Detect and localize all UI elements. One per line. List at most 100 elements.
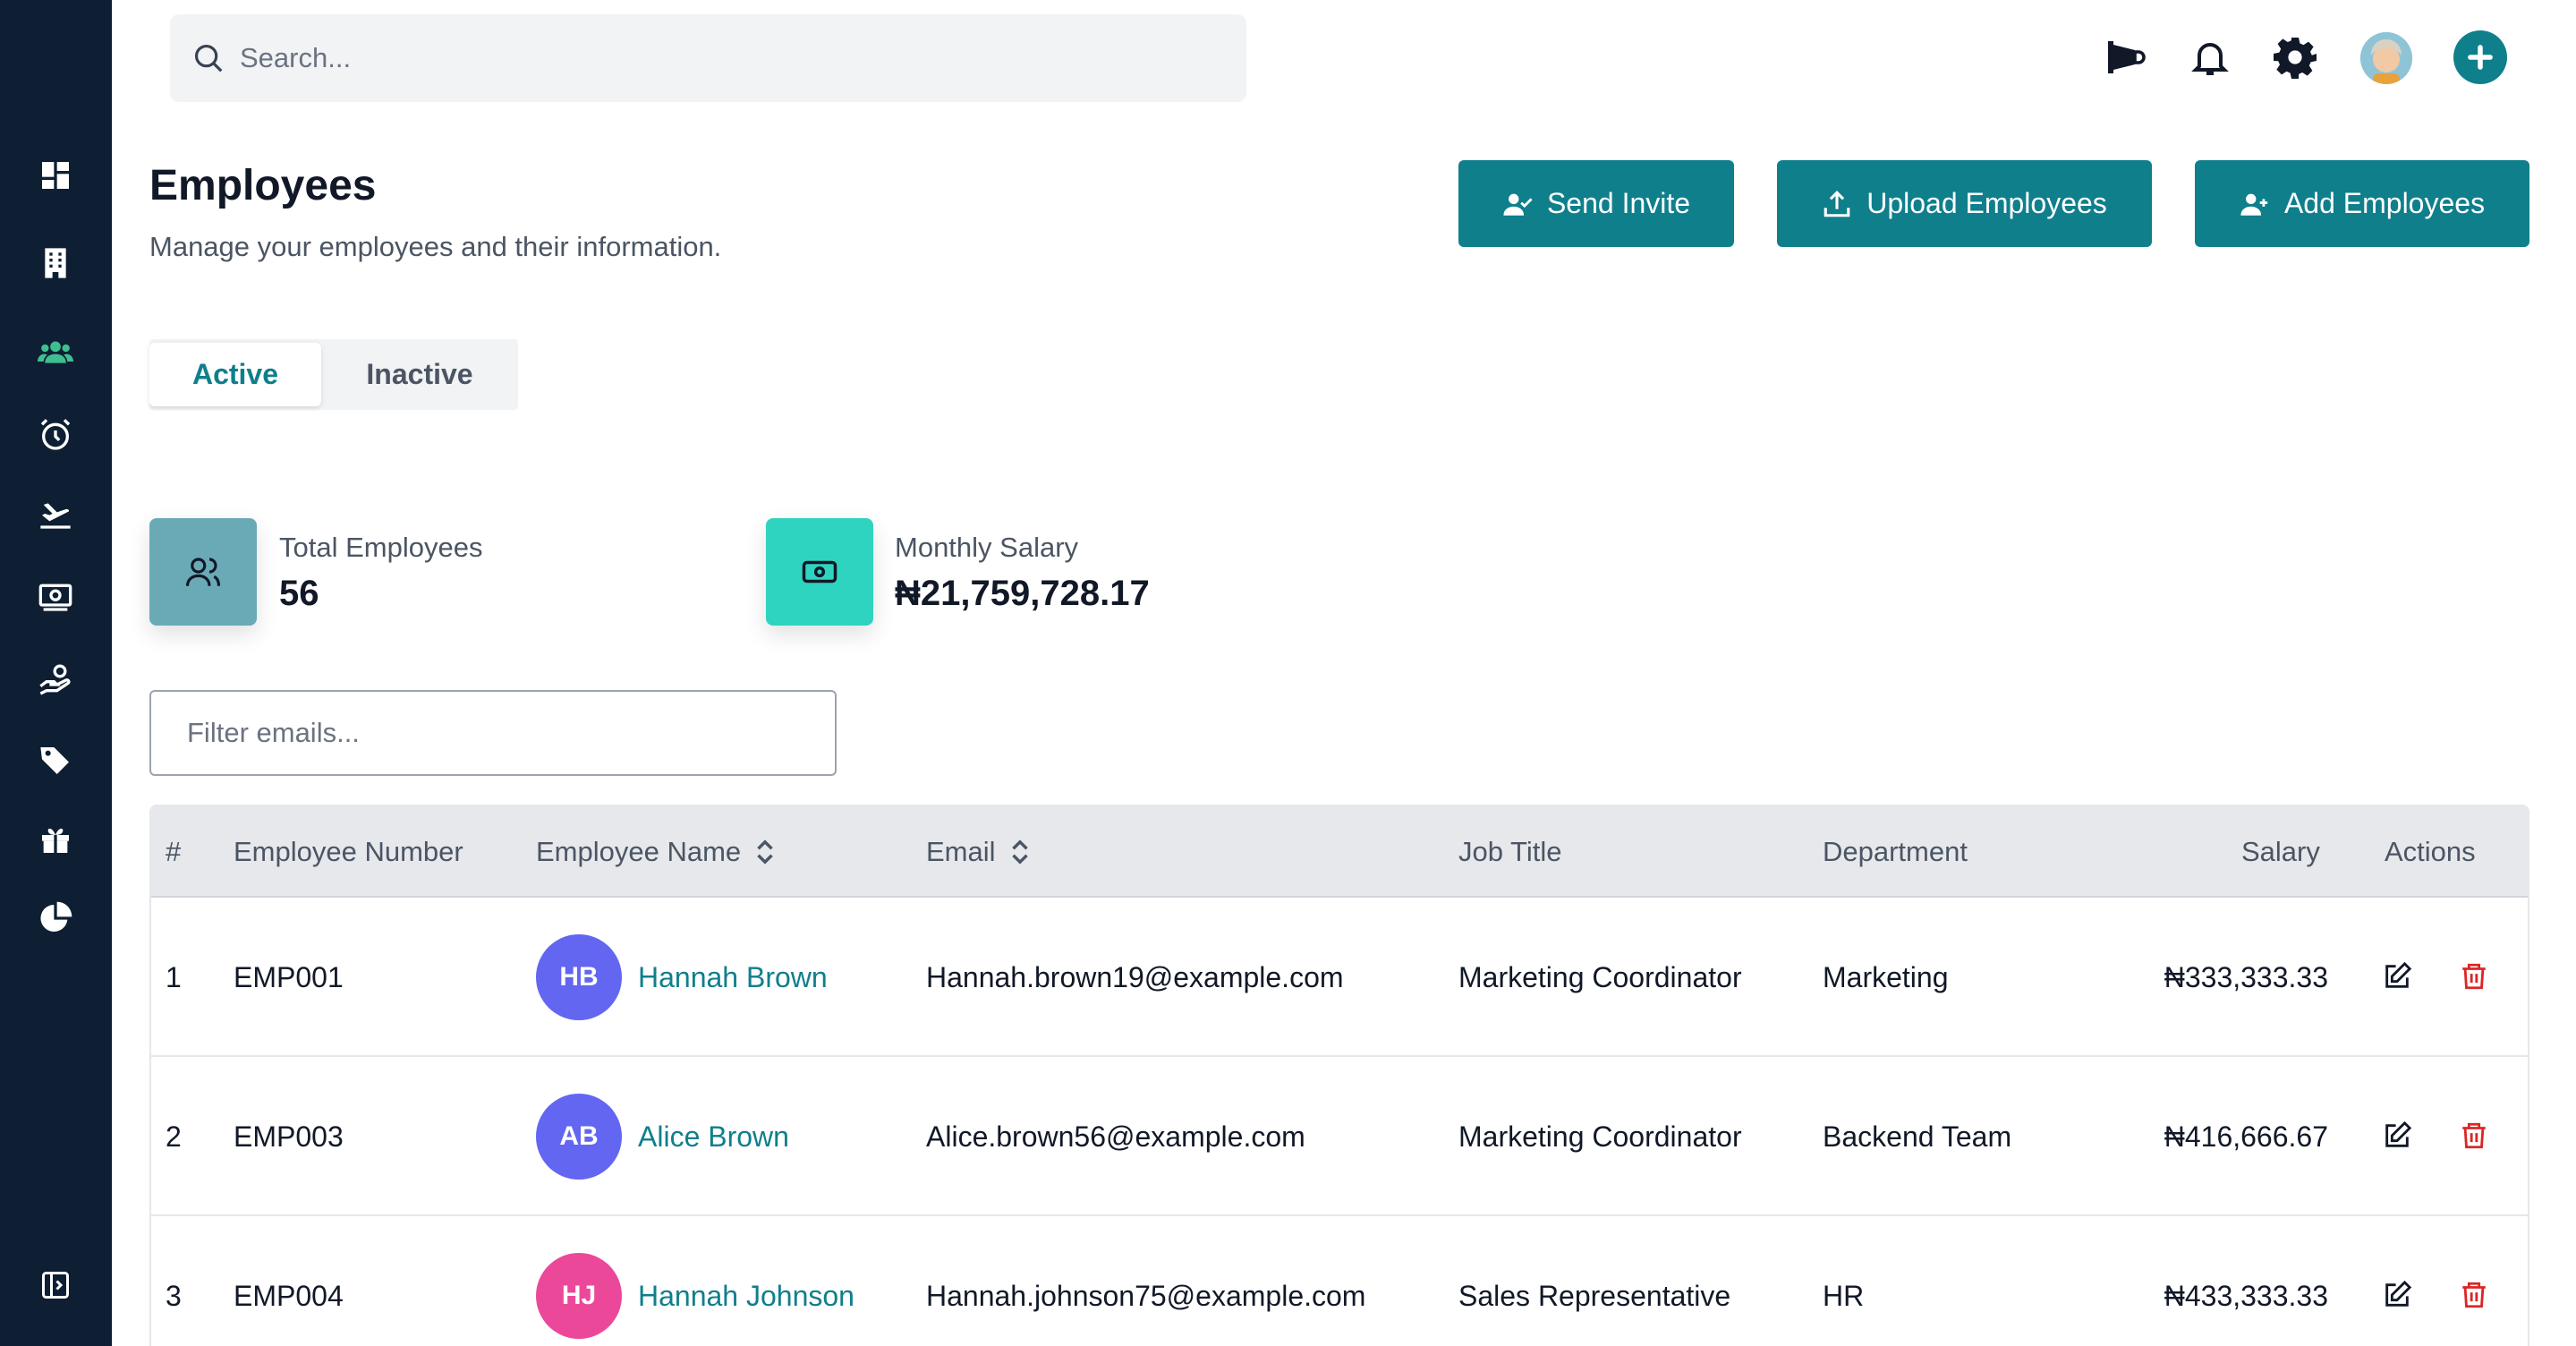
tab-active[interactable]: Active [149, 343, 321, 406]
trash-icon [2462, 1122, 2486, 1149]
table-row: 3 EMP004 HJ Hannah Johnson Hannah.johnso… [151, 1216, 2528, 1346]
column-email-label: Email [926, 836, 996, 867]
monthly-salary-value: ₦21,759,728.17 [895, 574, 1150, 613]
employee-name-cell: HJ Hannah Johnson [536, 1216, 854, 1346]
sidebar-item-attendance[interactable] [32, 412, 79, 458]
search-input[interactable] [240, 42, 1135, 74]
edit-icon [2385, 1280, 2412, 1307]
employee-job-title: Sales Representative [1458, 1279, 1731, 1312]
building-icon [45, 248, 66, 278]
trash-icon [2462, 1282, 2486, 1308]
add-employees-button[interactable]: Add Employees [2195, 160, 2529, 247]
monthly-salary-badge [766, 518, 873, 626]
users-outline-icon [185, 558, 221, 586]
edit-icon [2385, 1120, 2412, 1147]
send-invite-label: Send Invite [1546, 187, 1691, 219]
sidebar-item-employees[interactable] [32, 329, 79, 376]
sidebar-item-rewards[interactable] [32, 816, 79, 863]
employee-name-cell: AB Alice Brown [536, 1057, 789, 1216]
row-number: 2 [166, 1120, 182, 1153]
trash-icon [2462, 963, 2486, 990]
employee-salary: ₦333,333.33 [2164, 960, 2328, 993]
sidebar [0, 0, 112, 1346]
employee-name-link[interactable]: Alice Brown [638, 1120, 789, 1154]
search-bar[interactable] [170, 14, 1246, 102]
settings-button[interactable] [2270, 32, 2320, 82]
employee-number: EMP003 [234, 1120, 344, 1153]
sidebar-item-reports[interactable] [32, 895, 79, 941]
employee-job-title: Marketing Coordinator [1458, 1120, 1742, 1153]
column-job-title: Job Title [1458, 836, 1562, 867]
sort-icon [1011, 839, 1028, 865]
column-salary: Salary [2241, 836, 2320, 867]
employee-name-link[interactable]: Hannah Johnson [638, 1280, 854, 1313]
hand-coin-icon [39, 664, 71, 695]
employee-number: EMP001 [234, 960, 344, 993]
user-check-icon [1503, 193, 1533, 216]
table-row: 2 EMP003 AB Alice Brown Alice.brown56@ex… [151, 1057, 2528, 1216]
employee-department: Marketing [1823, 960, 1949, 993]
plus-circle-icon [2468, 45, 2493, 70]
notifications-button[interactable] [2185, 32, 2235, 82]
employees-table: # Employee Number Employee Name Email Jo… [149, 805, 2529, 1346]
sidebar-item-organization[interactable] [32, 240, 79, 286]
row-number: 1 [166, 960, 182, 993]
user-avatar[interactable] [2360, 32, 2412, 84]
users-icon [38, 341, 73, 363]
sidebar-item-payroll[interactable] [32, 573, 79, 619]
sort-icon [757, 839, 773, 865]
column-email[interactable]: Email [926, 806, 1032, 898]
edit-button[interactable] [2374, 1272, 2420, 1318]
employee-email: Hannah.johnson75@example.com [926, 1279, 1366, 1312]
edit-button[interactable] [2374, 1112, 2420, 1159]
sidebar-collapse-icon [42, 1272, 69, 1299]
gear-icon [2274, 38, 2317, 79]
send-invite-button[interactable]: Send Invite [1458, 160, 1734, 247]
total-employees-badge [149, 518, 257, 626]
employee-email: Hannah.brown19@example.com [926, 960, 1344, 993]
employee-email: Alice.brown56@example.com [926, 1120, 1305, 1153]
sidebar-item-loans[interactable] [32, 657, 79, 703]
delete-button[interactable] [2451, 1272, 2497, 1318]
upload-employees-label: Upload Employees [1866, 187, 2107, 219]
page-subtitle: Manage your employees and their informat… [149, 231, 722, 262]
avatar-initials: HJ [536, 1253, 622, 1339]
employee-name-cell: HB Hannah Brown [536, 898, 828, 1057]
monthly-salary-label: Monthly Salary [895, 532, 1079, 563]
gift-icon [42, 828, 69, 853]
avatar-image [2360, 32, 2412, 84]
quick-add-button[interactable] [2453, 30, 2507, 84]
delete-button[interactable] [2451, 1112, 2497, 1159]
announcements-button[interactable] [2101, 32, 2151, 82]
sidebar-collapse-button[interactable] [34, 1264, 77, 1307]
employee-department: HR [1823, 1279, 1865, 1312]
sidebar-item-benefits[interactable] [32, 737, 79, 784]
filter-emails-input[interactable] [149, 690, 837, 776]
total-employees-label: Total Employees [279, 532, 483, 563]
delete-button[interactable] [2451, 953, 2497, 1000]
employee-name-link[interactable]: Hannah Brown [638, 961, 828, 994]
search-icon [194, 44, 223, 72]
edit-icon [2385, 961, 2412, 988]
column-actions: Actions [2385, 836, 2476, 867]
employee-job-title: Marketing Coordinator [1458, 960, 1742, 993]
upload-employees-button[interactable]: Upload Employees [1777, 160, 2152, 247]
edit-button[interactable] [2374, 953, 2420, 1000]
sidebar-item-leave[interactable] [32, 490, 79, 537]
user-plus-icon [2240, 193, 2268, 216]
employee-salary: ₦433,333.33 [2164, 1279, 2328, 1312]
status-tabs: Active Inactive [149, 339, 518, 410]
page-title: Employees [149, 162, 377, 209]
sidebar-item-dashboard[interactable] [32, 152, 79, 199]
column-employee-name[interactable]: Employee Name [536, 806, 777, 898]
table-row: 1 EMP001 HB Hannah Brown Hannah.brown19@… [151, 898, 2528, 1057]
total-employees-value: 56 [279, 574, 319, 613]
employee-department: Backend Team [1823, 1120, 2012, 1153]
bell-icon [2191, 43, 2229, 75]
employee-salary: ₦416,666.67 [2164, 1120, 2328, 1153]
tags-icon [40, 747, 69, 774]
table-header: # Employee Number Employee Name Email Jo… [151, 806, 2528, 898]
megaphone-icon [2108, 41, 2146, 73]
tab-inactive[interactable]: Inactive [321, 343, 518, 406]
column-department: Department [1823, 836, 1968, 867]
